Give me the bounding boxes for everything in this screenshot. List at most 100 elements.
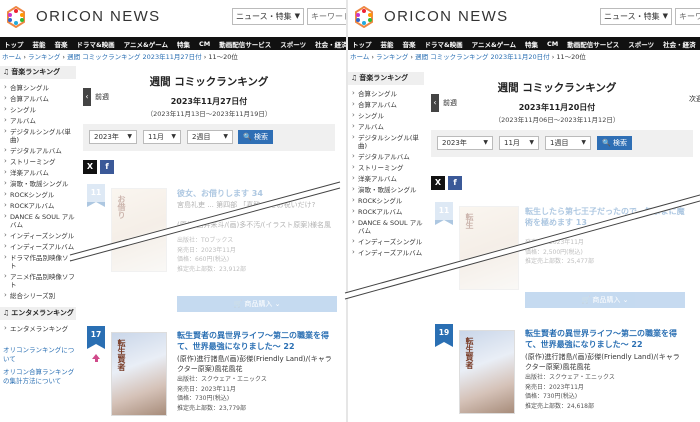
nav-sports[interactable]: スポーツ [628, 39, 654, 49]
item-title[interactable]: 彼女、お借りします 34 [177, 188, 337, 199]
sidebar-item[interactable]: 演歌・歌謡シングル [348, 184, 424, 195]
nav-geinou[interactable]: 芸能 [381, 39, 394, 49]
month-select[interactable]: 11月 ▼ [499, 136, 539, 150]
section-select[interactable]: ニュース・特集 ▼ [600, 8, 672, 25]
facebook-icon[interactable]: f [448, 176, 462, 190]
oricon-logo-icon[interactable] [353, 6, 375, 28]
nav-drama[interactable]: ドラマ&映画 [77, 39, 115, 49]
nav-cm[interactable]: CM [199, 40, 210, 48]
sidebar-item[interactable]: 合算アルバム [348, 99, 424, 110]
item-title[interactable]: 転生賢者の異世界ライフ〜第二の職業を得て、世界最強になりました〜 22 [525, 328, 685, 350]
page-title: 週間 コミックランキング [497, 82, 617, 94]
oricon-logo-icon[interactable] [5, 6, 27, 28]
item-title[interactable]: 転生賢者の異世界ライフ〜第二の職業を得て、世界最強になりました〜 22 [177, 330, 337, 352]
breadcrumb: ホーム › ランキング › 週間 コミックランキング 2023年11月27日付 … [2, 53, 238, 61]
sidebar-item[interactable]: アルバム [0, 115, 76, 126]
facebook-icon[interactable]: f [100, 160, 114, 174]
nav-anime[interactable]: アニメ&ゲーム [472, 39, 516, 49]
nav-top[interactable]: トップ [4, 39, 24, 49]
sidebar-item[interactable]: ROCKシングル [0, 189, 76, 200]
site-brand[interactable]: ORICON NEWS [384, 8, 509, 25]
nav-feature[interactable]: 特集 [525, 39, 538, 49]
sidebar-item[interactable]: 総合シリーズ別 [0, 290, 76, 301]
sidebar-item[interactable]: ドラマ作品別映像ソフト [0, 252, 76, 271]
nav-vod[interactable]: 動画配信サービス [567, 39, 619, 49]
nav-drama[interactable]: ドラマ&映画 [425, 39, 463, 49]
nav-geinou[interactable]: 芸能 [33, 39, 46, 49]
item-title[interactable]: 転生したら第七王子だったので、気ままに魔術を極めます 13 [525, 206, 685, 228]
sidebar-item[interactable]: アルバム [348, 121, 424, 132]
nav-society[interactable]: 社会・経済 [663, 39, 696, 49]
global-nav: トップ 芸能 音楽 ドラマ&映画 アニメ&ゲーム 特集 CM 動画配信サービス … [0, 37, 348, 50]
sidebar-item[interactable]: 合算シングル [0, 82, 76, 93]
nav-top[interactable]: トップ [352, 39, 372, 49]
nav-music[interactable]: 音楽 [55, 39, 68, 49]
sidebar-item[interactable]: 演歌・歌謡シングル [0, 178, 76, 189]
section-select[interactable]: ニュース・特集 ▼ [232, 8, 304, 25]
sidebar-item[interactable]: 合算シングル [348, 88, 424, 99]
week-select[interactable]: 1週目 ▼ [545, 136, 591, 150]
sidebar-item[interactable]: デジタルシングル(単曲) [0, 126, 76, 145]
sidebar-item[interactable]: ROCKシングル [348, 195, 424, 206]
search-button[interactable]: 🔍 検索 [238, 130, 273, 144]
sidebar-item[interactable]: エンタメランキング [0, 323, 76, 334]
sidebar-item[interactable]: デジタルアルバム [348, 151, 424, 162]
keyword-search-input[interactable]: キーワード [675, 8, 700, 25]
nav-society[interactable]: 社会・経済 [315, 39, 348, 49]
nav-cm[interactable]: CM [547, 40, 558, 48]
cover-image[interactable]: 転生 [459, 206, 519, 290]
sidebar-item[interactable]: デジタルアルバム [0, 145, 76, 156]
sidebar-item[interactable]: ROCKアルバム [0, 200, 76, 211]
breadcrumb-weekly[interactable]: 週間 コミックランキング 2023年11月20日付 [415, 53, 550, 61]
sidebar-item[interactable]: シングル [0, 104, 76, 115]
breadcrumb-ranking[interactable]: ランキング [28, 53, 60, 61]
sidebar-item[interactable]: DANCE & SOUL アルバム [348, 217, 424, 236]
sidebar-item[interactable]: 洋楽アルバム [0, 167, 76, 178]
aggregation-method-link[interactable]: オリコン合算ランキングの集計方法について [0, 368, 76, 386]
year-select[interactable]: 2023年 ▼ [89, 130, 137, 144]
sidebar-item[interactable]: インディーズシングル [0, 230, 76, 241]
site-brand[interactable]: ORICON NEWS [36, 8, 161, 25]
week-select[interactable]: 2週目 ▼ [187, 130, 233, 144]
sidebar-item[interactable]: ストリーミング [0, 156, 76, 167]
keyword-search-input[interactable]: キーワード [307, 8, 348, 25]
cover-image[interactable]: お借り [111, 188, 167, 272]
sidebar-item[interactable]: DANCE & SOUL アルバム [0, 211, 76, 230]
search-button[interactable]: 🔍 検索 [597, 136, 632, 150]
cover-image[interactable]: 転生賢者 [111, 332, 167, 416]
sidebar-heading: ♫ 音楽ランキング [348, 72, 424, 85]
sidebar-item[interactable]: ROCKアルバム [348, 206, 424, 217]
sidebar-item[interactable]: インディーズシングル [348, 236, 424, 247]
buy-button[interactable]: 🛒 商品購入 ⌄ [525, 292, 685, 308]
sidebar-item[interactable]: インディーズアルバム [348, 247, 424, 258]
sidebar-item[interactable]: 合算アルバム [0, 93, 76, 104]
x-social-icon[interactable]: X [83, 160, 97, 174]
sidebar-item[interactable]: インディーズアルバム [0, 241, 76, 252]
breadcrumb-ranking[interactable]: ランキング [376, 53, 408, 61]
nav-vod[interactable]: 動画配信サービス [219, 39, 271, 49]
breadcrumb-home[interactable]: ホーム [350, 53, 369, 61]
year-select[interactable]: 2023年 ▼ [437, 136, 493, 150]
cover-image[interactable]: 転生賢者 [459, 330, 515, 414]
item-meta: 出版社：スクウェア・エニックス 発売日：2023年11月 価格：730円(税込)… [525, 374, 615, 410]
month-select[interactable]: 11月 ▼ [143, 130, 181, 144]
next-week[interactable]: 次週 [689, 94, 700, 104]
sidebar-item[interactable]: ストリーミング [348, 162, 424, 173]
nav-anime[interactable]: アニメ&ゲーム [124, 39, 168, 49]
about-ranking-link[interactable]: オリコンランキングについて [0, 346, 76, 364]
nav-sports[interactable]: スポーツ [280, 39, 306, 49]
nav-music[interactable]: 音楽 [403, 39, 416, 49]
ranking-card: 19 転生賢者 転生賢者の異世界ライフ〜第二の職業を得て、世界最強になりました〜… [435, 324, 683, 422]
item-meta: 発売日：2023年11月 価格：2,500円(税込) 推定売上部数：25,477… [525, 239, 594, 265]
sidebar-item[interactable]: デジタルシングル(単曲) [348, 132, 424, 151]
sidebar-list-entame: エンタメランキング [0, 323, 76, 334]
breadcrumb-weekly[interactable]: 週間 コミックランキング 2023年11月27日付 [67, 53, 202, 61]
buy-button[interactable]: 🛒 商品購入 ⌄ [177, 296, 337, 312]
x-social-icon[interactable]: X [431, 176, 445, 190]
nav-feature[interactable]: 特集 [177, 39, 190, 49]
breadcrumb-home[interactable]: ホーム [2, 53, 21, 61]
music-note-icon: ♫ [3, 309, 10, 317]
sidebar-item[interactable]: アニメ作品別映像ソフト [0, 271, 76, 290]
sidebar-item[interactable]: シングル [348, 110, 424, 121]
sidebar-item[interactable]: 洋楽アルバム [348, 173, 424, 184]
